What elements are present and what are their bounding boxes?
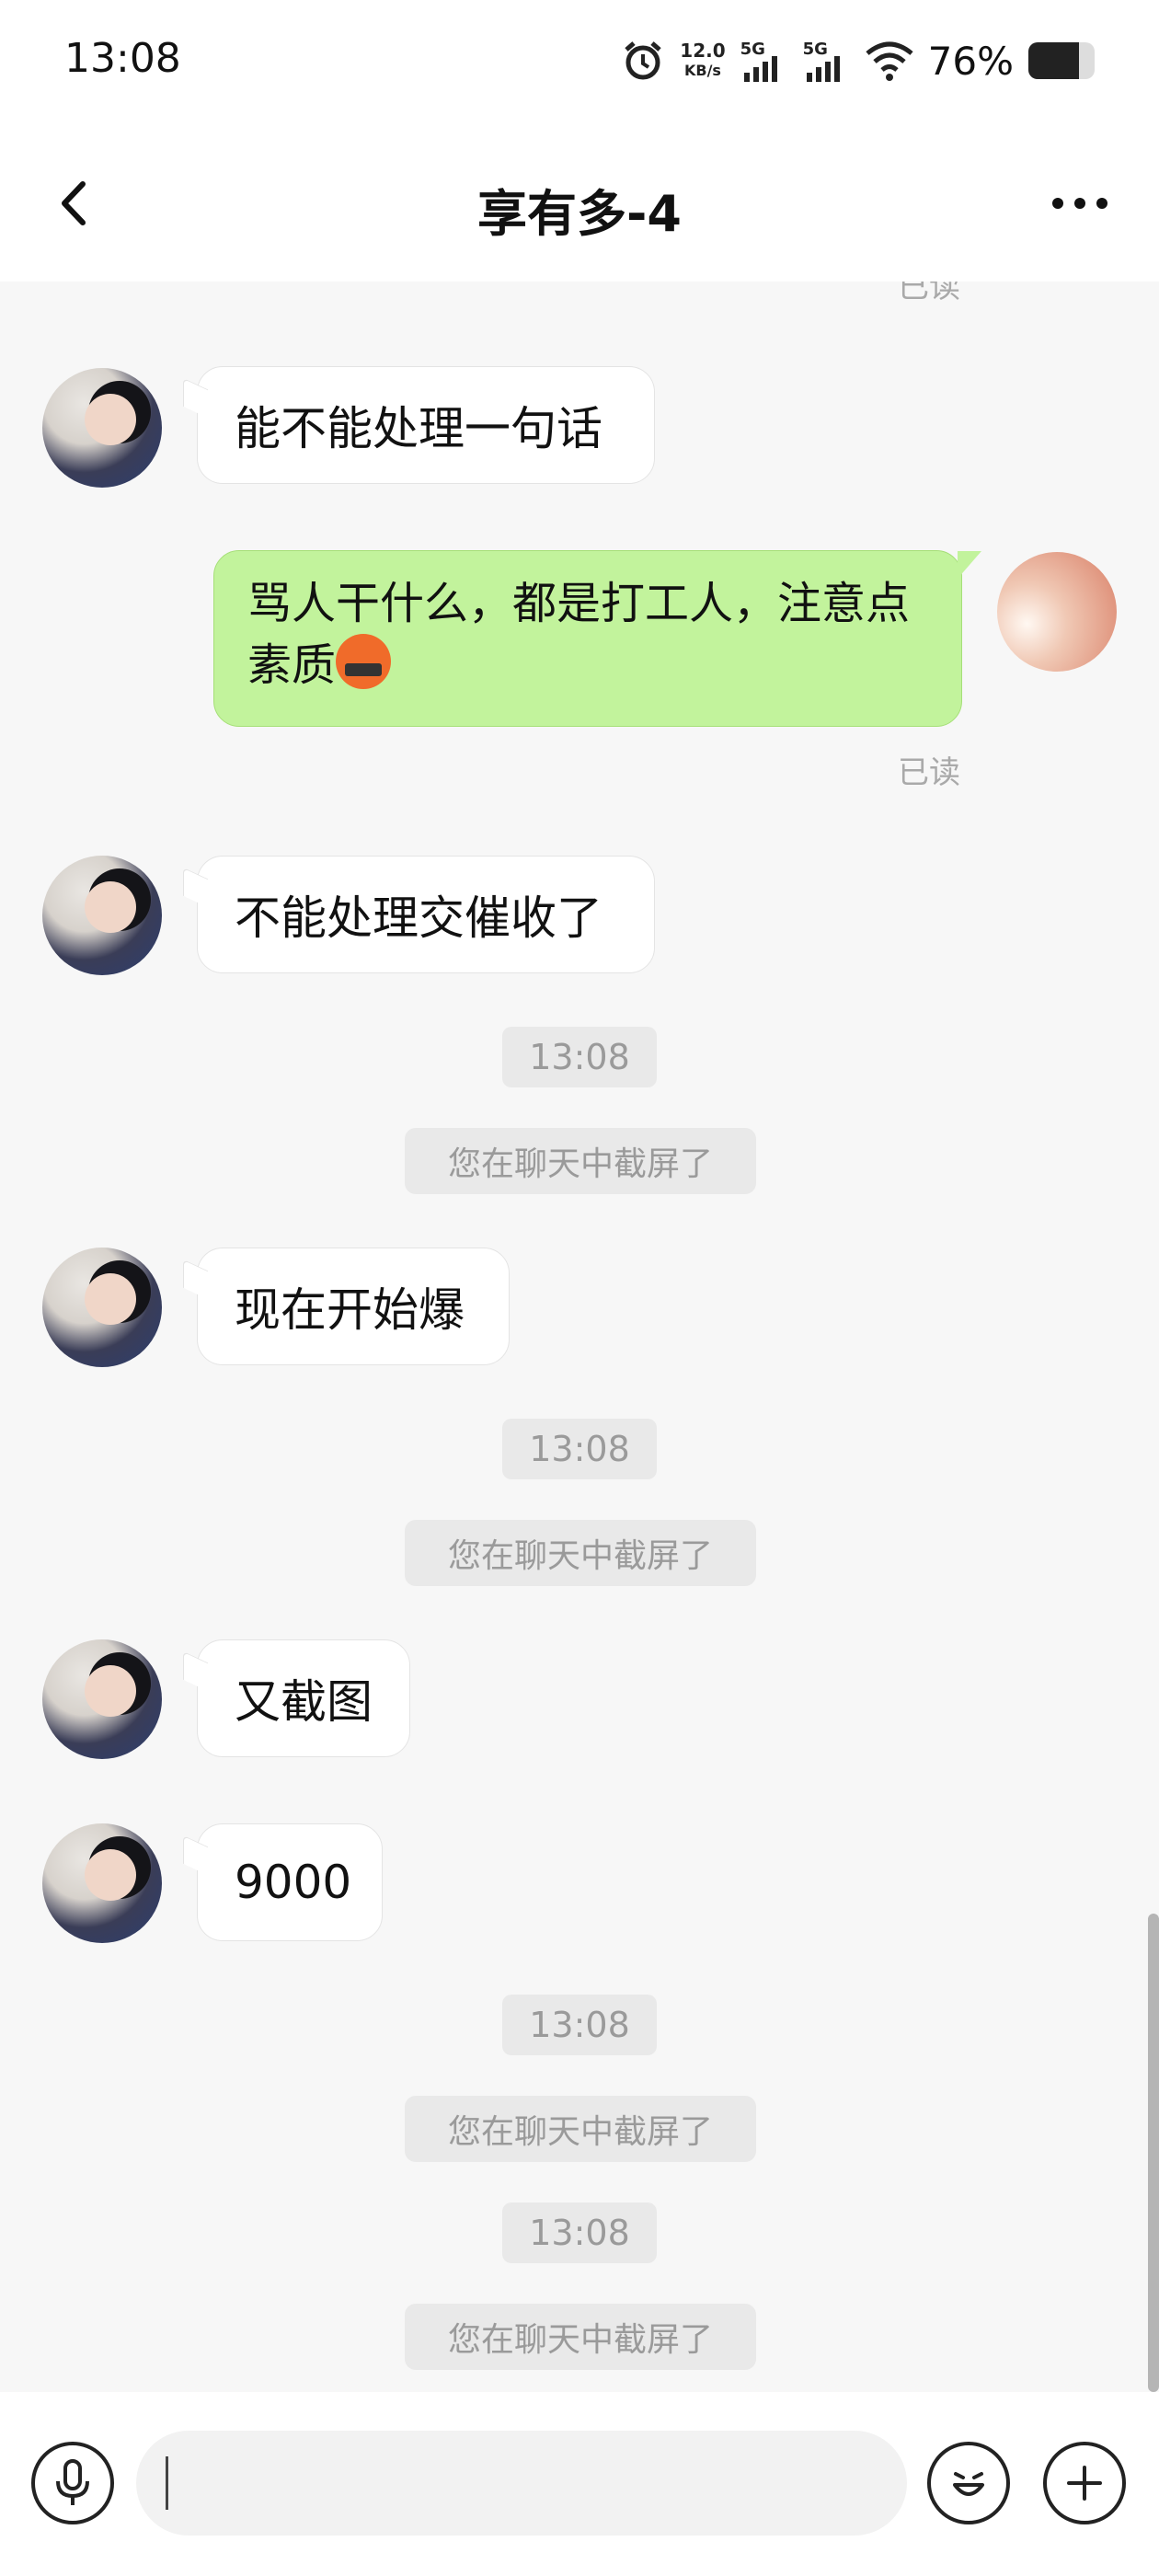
emoji-icon	[953, 2472, 984, 2496]
message-text: 9000	[235, 1856, 352, 1909]
battery-icon	[1028, 42, 1095, 79]
contact-avatar[interactable]	[42, 1823, 162, 1943]
net-speed-unit: KB/s	[683, 62, 721, 79]
contact-avatar[interactable]	[42, 368, 162, 488]
message-bubble[interactable]: 不能处理交催收了	[197, 856, 655, 973]
input-bar	[0, 2392, 1159, 2576]
status-time: 13:08	[64, 35, 181, 82]
system-notice: 您在聊天中截屏了	[405, 2304, 756, 2370]
battery-percent: 76%	[927, 38, 1014, 84]
voice-button[interactable]	[31, 2442, 114, 2524]
signal-icon-1: 5G	[740, 40, 788, 82]
more-dots-icon[interactable]	[1043, 171, 1117, 236]
net-speed: 12.0 KB/s	[680, 40, 725, 81]
sent-message-bubble[interactable]: 骂人干什么，都是打工人，注意点素质	[213, 550, 981, 727]
chat-title: 享有多-4	[477, 185, 682, 243]
read-receipt: 已读	[898, 754, 960, 791]
more-actions-button[interactable]	[1043, 2442, 1126, 2524]
message-bubble[interactable]: 能不能处理一句话	[197, 366, 655, 484]
chat-header: 享有多-4	[0, 125, 1159, 282]
read-receipt: 已读	[898, 282, 960, 305]
message-input[interactable]	[136, 2431, 907, 2536]
contact-avatar[interactable]	[42, 1639, 162, 1759]
message-text: 现在开始爆	[235, 1283, 465, 1337]
scrollbar[interactable]	[1148, 1914, 1159, 2392]
system-notice: 您在聊天中截屏了	[405, 1128, 756, 1194]
system-notice: 您在聊天中截屏了	[405, 2096, 756, 2162]
contact-avatar[interactable]	[42, 856, 162, 975]
emoji-button[interactable]	[927, 2442, 1010, 2524]
message-list[interactable]: 已读 能不能处理一句话 骂人干什么，都是打工人，注意点素质 已读 不能处理交催收…	[0, 282, 1159, 2392]
message-text: 能不能处理一句话	[235, 402, 602, 455]
microphone-icon	[56, 2459, 89, 2505]
status-icons: 12.0 KB/s 5G 5G 76%	[621, 33, 1095, 88]
message-bubble[interactable]: 现在开始爆	[197, 1248, 510, 1365]
timestamp: 13:08	[502, 1419, 657, 1479]
timestamp: 13:08	[502, 2202, 657, 2263]
swearing-face-emoji	[336, 634, 392, 689]
system-notice: 您在聊天中截屏了	[405, 1520, 756, 1586]
alarm-icon	[625, 41, 661, 80]
plus-icon	[1067, 2466, 1102, 2501]
message-bubble[interactable]: 又截图	[197, 1639, 410, 1757]
message-text: 不能处理交催收了	[235, 891, 602, 945]
text-cursor	[166, 2456, 168, 2510]
status-bar: 13:08 12.0 KB/s 5G 5G 76%	[0, 0, 1159, 125]
message-bubble[interactable]: 9000	[197, 1823, 383, 1941]
wifi-icon	[866, 41, 913, 81]
message-text: 又截图	[235, 1675, 373, 1729]
message-text: 骂人干什么，都是打工人，注意点素质	[247, 573, 928, 696]
timestamp: 13:08	[502, 1995, 657, 2055]
my-avatar[interactable]	[997, 552, 1117, 672]
contact-avatar[interactable]	[42, 1248, 162, 1367]
timestamp: 13:08	[502, 1027, 657, 1087]
net-speed-value: 12.0	[680, 40, 726, 62]
signal-icon-2: 5G	[803, 40, 851, 82]
